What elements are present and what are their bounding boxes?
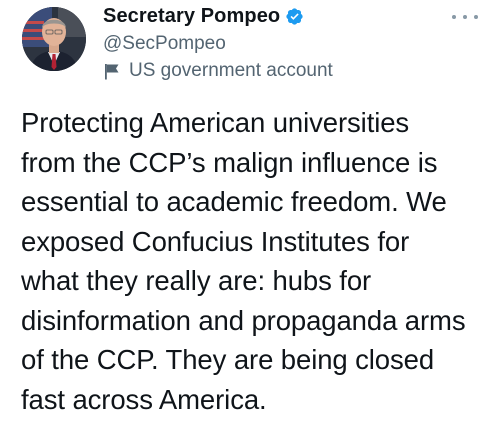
verified-badge-icon [286,7,303,25]
more-options-icon[interactable] [452,10,478,24]
flag-icon [105,63,119,79]
more-dot [463,15,467,19]
tweet-text-line: Protecting American universities [21,107,410,138]
tweet: Secretary Pompeo @SecPompeo US governmen… [0,0,500,431]
tweet-text-line: what they really are: hubs for [21,265,372,296]
tweet-header: Secretary Pompeo @SecPompeo US governmen… [103,4,463,83]
handle[interactable]: @SecPompeo [103,32,463,56]
tweet-text-line: essential to academic freedom. We [21,186,447,217]
name-row: Secretary Pompeo [103,4,463,28]
government-label-text: US government account [129,60,333,81]
more-dot [452,15,456,19]
tweet-text: Protecting American universities from th… [21,103,491,419]
tweet-text-line: of the CCP. They are being closed [21,344,435,375]
tweet-text-line: from the CCP’s malign influence is [21,146,438,178]
more-dot [474,15,478,19]
avatar[interactable] [22,7,86,71]
tweet-text-line: fast across America. [21,383,267,415]
tweet-text-line: disinformation and propaganda arms [21,304,466,336]
display-name[interactable]: Secretary Pompeo [103,5,280,28]
government-label[interactable]: US government account [103,59,463,83]
avatar-image [22,7,86,71]
tweet-text-line: exposed Confucius Institutes for [21,225,410,257]
